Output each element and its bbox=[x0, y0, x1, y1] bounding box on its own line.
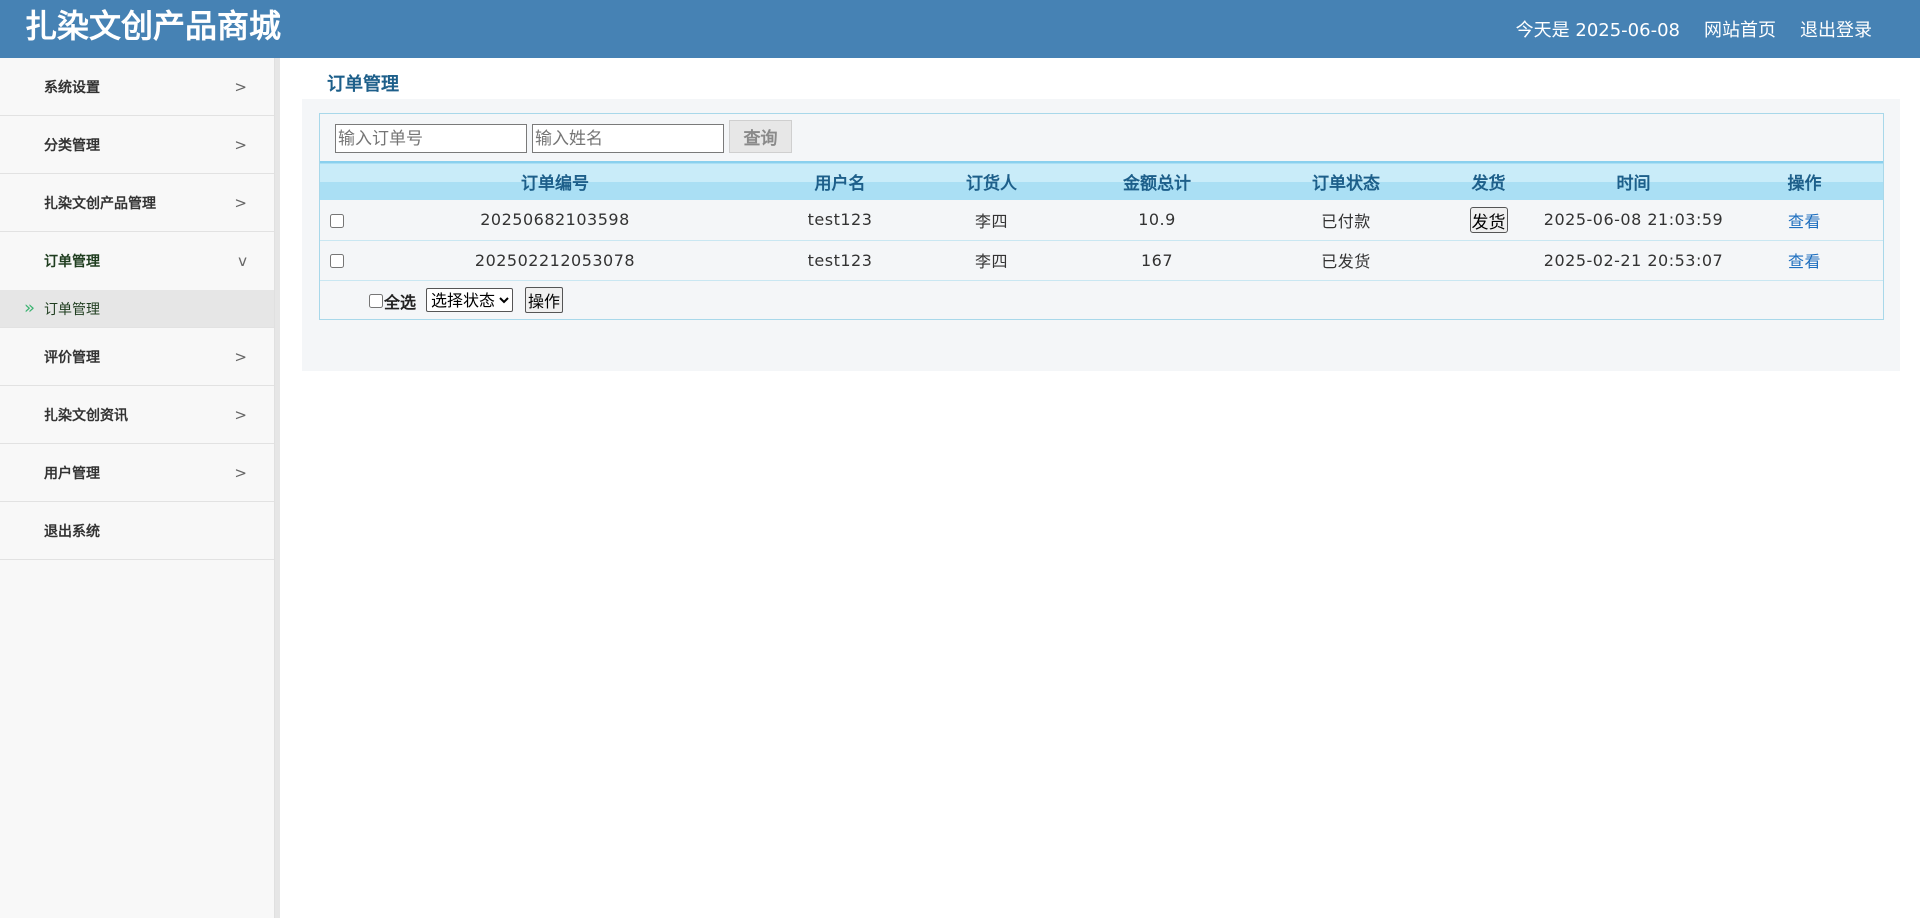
cell-username: test123 bbox=[807, 250, 873, 270]
page-title: 订单管理 bbox=[327, 74, 399, 95]
top-header: 扎染文创产品商城 今天是 2025-06-08 网站首页 退出登录 bbox=[0, 0, 1920, 58]
cell-total: 10.9 bbox=[1138, 210, 1176, 230]
sidebar-subitem-order-management[interactable]: » 订单管理 bbox=[0, 290, 274, 328]
chevron-right-icon: > bbox=[234, 193, 247, 212]
cell-username: test123 bbox=[807, 210, 873, 230]
row-checkbox[interactable] bbox=[330, 213, 344, 228]
batch-actions: 全选 选择状态 操作 bbox=[320, 279, 1883, 319]
cell-order-no: 202502212053078 bbox=[474, 250, 636, 270]
row-checkbox-cell bbox=[320, 200, 355, 240]
sidebar-item-users[interactable]: 用户管理 > bbox=[0, 444, 274, 502]
cell-order-no: 20250682103598 bbox=[480, 210, 630, 230]
col-total: 金额总计 bbox=[1123, 174, 1191, 194]
sidebar-item-orders[interactable]: 订单管理 v bbox=[0, 232, 274, 290]
operate-button[interactable]: 操作 bbox=[525, 287, 564, 313]
select-all-checkbox[interactable] bbox=[369, 294, 383, 308]
header-right: 今天是 2025-06-08 网站首页 退出登录 bbox=[1516, 0, 1872, 58]
cell-orderer: 李四 bbox=[974, 252, 1008, 271]
cell-ship: 发货 bbox=[1436, 200, 1541, 240]
cell-action: 查看 bbox=[1726, 200, 1883, 240]
sidebar-item-label: 订单管理 bbox=[44, 254, 100, 270]
cell-total: 167 bbox=[1140, 250, 1174, 270]
table-row: 202502212053078 test123 李四 167 已发货 2025-… bbox=[320, 240, 1883, 280]
col-username: 用户名 bbox=[814, 174, 866, 194]
query-button[interactable]: 查询 bbox=[729, 120, 792, 153]
logout-link[interactable]: 退出登录 bbox=[1800, 16, 1872, 42]
row-checkbox-cell bbox=[320, 240, 355, 280]
order-number-input[interactable] bbox=[335, 124, 527, 153]
cell-orderer: 李四 bbox=[974, 211, 1008, 231]
sidebar-item-system-settings[interactable]: 系统设置 > bbox=[0, 58, 274, 116]
sidebar-item-label: 退出系统 bbox=[44, 523, 100, 540]
row-checkbox[interactable] bbox=[330, 254, 344, 268]
cell-time: 2025-06-08 21:03:59 bbox=[1543, 210, 1724, 230]
status-select[interactable]: 选择状态 bbox=[426, 288, 513, 312]
site-title: 扎染文创产品商城 bbox=[25, 7, 282, 45]
sidebar-item-products[interactable]: 扎染文创产品管理 > bbox=[0, 174, 274, 232]
sidebar-item-label: 系统设置 bbox=[44, 79, 100, 96]
chevron-right-icon: > bbox=[234, 463, 247, 482]
cell-status: 已付款 bbox=[1321, 211, 1371, 231]
view-link[interactable]: 查看 bbox=[1788, 212, 1821, 231]
chevron-right-icon: > bbox=[234, 347, 247, 366]
chevron-right-icon: > bbox=[234, 77, 247, 96]
sidebar-subitem-label: 订单管理 bbox=[44, 301, 100, 318]
col-action: 操作 bbox=[1787, 174, 1822, 194]
orders-box: 查询 订单编号 用户名 订货人 金额总计 订单状态 发货 时间 操作 20250… bbox=[319, 113, 1884, 320]
name-input[interactable] bbox=[532, 124, 724, 153]
sidebar-item-label: 扎染文创产品管理 bbox=[44, 195, 156, 212]
chevron-down-icon: v bbox=[238, 252, 247, 270]
col-status: 订单状态 bbox=[1312, 174, 1380, 194]
sidebar-item-news[interactable]: 扎染文创资讯 > bbox=[0, 386, 274, 444]
double-chevron-icon: » bbox=[24, 297, 36, 319]
sidebar-item-label: 用户管理 bbox=[44, 465, 100, 482]
select-all[interactable]: 全选 bbox=[369, 289, 416, 313]
sidebar-item-category[interactable]: 分类管理 > bbox=[0, 116, 274, 174]
table-header-row: 订单编号 用户名 订货人 金额总计 订单状态 发货 时间 操作 bbox=[320, 162, 1883, 200]
sidebar-item-exit[interactable]: 退出系统 bbox=[0, 502, 274, 560]
chevron-right-icon: > bbox=[234, 135, 247, 154]
col-ship: 发货 bbox=[1471, 174, 1506, 194]
orders-table: 订单编号 用户名 订货人 金额总计 订单状态 发货 时间 操作 20250682… bbox=[320, 161, 1883, 281]
chevron-right-icon: > bbox=[234, 405, 247, 424]
view-link[interactable]: 查看 bbox=[1788, 252, 1821, 271]
col-order-no: 订单编号 bbox=[521, 174, 589, 194]
cell-action: 查看 bbox=[1726, 240, 1883, 280]
sidebar-item-label: 分类管理 bbox=[44, 137, 100, 154]
search-bar: 查询 bbox=[320, 114, 1883, 161]
sidebar-item-reviews[interactable]: 评价管理 > bbox=[0, 328, 274, 386]
cell-status: 已发货 bbox=[1321, 252, 1371, 271]
sidebar-divider bbox=[275, 58, 280, 918]
cell-time: 2025-02-21 20:53:07 bbox=[1543, 250, 1724, 270]
select-all-label: 全选 bbox=[384, 293, 417, 312]
home-link[interactable]: 网站首页 bbox=[1704, 16, 1776, 42]
sidebar: 系统设置 > 分类管理 > 扎染文创产品管理 > 订单管理 v » 订单管理 评… bbox=[0, 58, 275, 918]
col-time: 时间 bbox=[1616, 174, 1651, 194]
today-date: 今天是 2025-06-08 bbox=[1515, 20, 1680, 41]
table-row: 20250682103598 test123 李四 10.9 已付款 发货 20… bbox=[320, 200, 1883, 240]
col-checkbox-header bbox=[320, 162, 355, 200]
ship-button[interactable]: 发货 bbox=[1469, 206, 1508, 233]
sidebar-item-label: 评价管理 bbox=[44, 349, 100, 366]
cell-ship bbox=[1436, 240, 1541, 280]
col-orderer: 订货人 bbox=[966, 174, 1017, 194]
sidebar-item-label: 扎染文创资讯 bbox=[44, 407, 128, 424]
